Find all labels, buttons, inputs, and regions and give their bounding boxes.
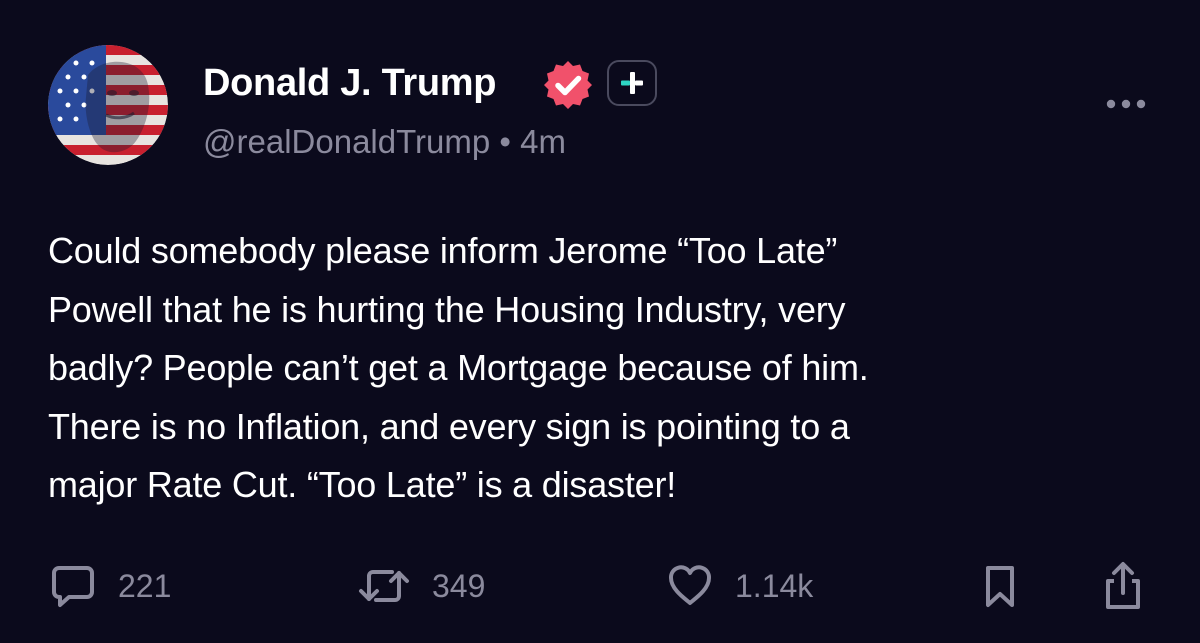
- reply-button[interactable]: 221: [50, 558, 171, 614]
- share-button[interactable]: [1100, 558, 1146, 614]
- like-button[interactable]: 1.14k: [667, 558, 813, 614]
- repost-count: 349: [432, 567, 486, 604]
- heart-icon: [669, 565, 711, 605]
- meta-separator: •: [499, 123, 511, 160]
- repost-icon: [359, 570, 409, 602]
- repost-button[interactable]: 349: [358, 558, 485, 614]
- like-count: 1.14k: [735, 567, 814, 604]
- comment-icon: [52, 566, 94, 607]
- author-display-name[interactable]: Donald J. Trump: [203, 60, 497, 106]
- share-icon: [1106, 562, 1140, 609]
- author-meta: @realDonaldTrump • 4m: [203, 122, 566, 162]
- plus-icon: [621, 72, 643, 94]
- verified-badge-icon: [541, 58, 595, 112]
- post-actions-bar: 221 349 1.14k: [0, 558, 1200, 618]
- post-timestamp[interactable]: 4m: [520, 123, 566, 160]
- more-dots-icon: [1106, 99, 1146, 109]
- bookmark-icon: [986, 566, 1014, 607]
- bookmark-button[interactable]: [980, 558, 1020, 614]
- avatar[interactable]: [48, 45, 168, 165]
- author-handle[interactable]: @realDonaldTrump: [203, 123, 490, 160]
- more-options-button[interactable]: [1104, 92, 1148, 116]
- follow-button[interactable]: [607, 60, 657, 106]
- avatar-flag-portrait-image: [48, 45, 168, 165]
- post-card: Donald J. Trump @realDonaldTrump • 4m Co…: [0, 0, 1200, 643]
- reply-count: 221: [118, 567, 172, 604]
- post-text: Could somebody please inform Jerome “Too…: [48, 230, 869, 506]
